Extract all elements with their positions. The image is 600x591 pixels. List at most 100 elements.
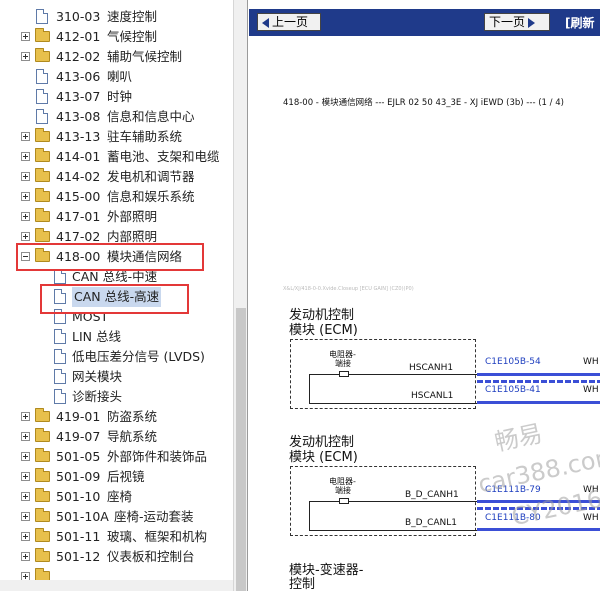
- document-header: 418-00 - 模块通信网络 --- EJLR 02 50 43_3E - X…: [283, 98, 564, 108]
- expand-icon[interactable]: [21, 512, 30, 521]
- document-icon: [36, 9, 48, 24]
- module-2-wire-h: [349, 501, 477, 502]
- tree-item-code: 419-07: [56, 429, 101, 444]
- prev-page-button[interactable]: 上一页: [257, 13, 321, 31]
- scrollbar-thumb[interactable]: [236, 308, 246, 591]
- tree-item[interactable]: 低电压差分信号 (LVDS): [0, 347, 232, 367]
- module-1-color-1: WH: [583, 357, 599, 367]
- tree-item[interactable]: 网关模块: [0, 367, 232, 387]
- tree-item[interactable]: 414-02 发电机和调节器: [0, 167, 232, 187]
- tree-item[interactable]: 413-13 驻车辅助系统: [0, 127, 232, 147]
- tree-item-label: 驻车辅助系统: [107, 129, 183, 144]
- tree-item[interactable]: 501-05 外部饰件和装饰品: [0, 447, 232, 467]
- expand-icon[interactable]: [21, 32, 30, 41]
- folder-icon: [35, 548, 50, 562]
- refresh-link[interactable]: [刷新: [565, 14, 595, 31]
- tree-item[interactable]: 413-08 信息和信息中心: [0, 107, 232, 127]
- module-1-vertical-wire: [309, 374, 310, 403]
- tree-item[interactable]: 415-00 信息和娱乐系统: [0, 187, 232, 207]
- module-1-harness-wire-1: [477, 373, 600, 376]
- module-1-wire-h: [349, 374, 477, 375]
- expand-icon[interactable]: [21, 552, 30, 561]
- expand-icon[interactable]: [21, 472, 30, 481]
- document-icon: [54, 369, 66, 384]
- tree-item[interactable]: 501-10A 座椅-运动套装: [0, 507, 232, 527]
- expand-icon[interactable]: [21, 212, 30, 221]
- document-icon: [54, 389, 66, 404]
- tree-horizontal-scrollbar[interactable]: [0, 580, 233, 591]
- next-page-button[interactable]: 下一页: [484, 13, 550, 31]
- module-1-harness-wire-2: [477, 401, 600, 404]
- tree-item-label: 蓄电池、支架和电缆: [107, 149, 220, 164]
- tree-item-code: 414-01: [56, 149, 101, 164]
- module-3-title-line1: 模块-变速器-: [289, 563, 364, 578]
- module-1-signal-2: HSCANL1: [411, 391, 454, 401]
- tree-item-label: 发电机和调节器: [107, 169, 195, 184]
- tree-item-code: 413-13: [56, 129, 101, 144]
- tree-item-label: 辅助气候控制: [107, 49, 183, 64]
- tree-item[interactable]: 501-10 座椅: [0, 487, 232, 507]
- tree-item-code: 413-08: [56, 109, 101, 124]
- tree-item[interactable]: 501-12 仪表板和控制台: [0, 547, 232, 567]
- tree-item-code: 501-10A: [56, 509, 109, 524]
- tree-item[interactable]: 413-07 时钟: [0, 87, 232, 107]
- folder-icon: [35, 208, 50, 222]
- module-3-title-line2: 控制: [289, 577, 316, 591]
- tree-item-label: LIN 总线: [72, 329, 121, 344]
- expand-icon[interactable]: [21, 232, 30, 241]
- tree-item[interactable]: 419-01 防盗系统: [0, 407, 232, 427]
- expand-icon[interactable]: [21, 532, 30, 541]
- module-1-title-line1: 发动机控制: [289, 308, 355, 323]
- tree-item[interactable]: 419-07 导航系统: [0, 427, 232, 447]
- tree-item[interactable]: 412-01 气候控制: [0, 27, 232, 47]
- expand-icon[interactable]: [21, 52, 30, 61]
- expand-icon[interactable]: [21, 432, 30, 441]
- tree-pane: 310-03 速度控制 412-01 气候控制 412-02 辅助气候控制 413-06 喇叭…: [0, 0, 248, 591]
- module-1-title-line2: 模块 (ECM): [289, 323, 358, 338]
- expand-icon[interactable]: [21, 412, 30, 421]
- tree-item[interactable]: 310-03 速度控制: [0, 7, 232, 27]
- next-page-label: 下一页: [489, 15, 526, 29]
- module-1-harness-twist: [477, 380, 600, 383]
- module-2-title-line2: 模块 (ECM): [289, 450, 358, 465]
- expand-icon[interactable]: [21, 132, 30, 141]
- tree-item[interactable]: 501-11 玻璃、框架和机构: [0, 527, 232, 547]
- module-1-wire-l: [309, 403, 477, 404]
- module-2-resistor: [339, 498, 349, 504]
- tree-item[interactable]: 413-06 喇叭: [0, 67, 232, 87]
- tree-item-label: 座椅-运动套装: [114, 509, 194, 524]
- tree-item-code: 501-11: [56, 529, 101, 544]
- tree-item-label: 时钟: [107, 89, 133, 104]
- folder-icon: [35, 28, 50, 42]
- document-icon: [54, 349, 66, 364]
- tree-item[interactable]: 诊断接头: [0, 387, 232, 407]
- folder-icon: [35, 128, 50, 142]
- expand-icon[interactable]: [21, 452, 30, 461]
- tree-item-label: 后视镜: [107, 469, 145, 484]
- tree-item-code: 501-05: [56, 449, 101, 464]
- document-icon: [54, 329, 66, 344]
- arrow-right-icon: [528, 17, 536, 28]
- prev-page-label: 上一页: [272, 15, 309, 29]
- tree-item-label: 外部饰件和装饰品: [107, 449, 208, 464]
- folder-icon: [35, 148, 50, 162]
- expand-icon[interactable]: [21, 172, 30, 181]
- tree-item[interactable]: 414-01 蓄电池、支架和电缆: [0, 147, 232, 167]
- module-1-wire-left: [309, 374, 339, 375]
- folder-icon: [35, 508, 50, 522]
- tree-item-code: 417-01: [56, 209, 101, 224]
- folder-icon: [35, 428, 50, 442]
- tree-item[interactable]: 412-02 辅助气候控制: [0, 47, 232, 67]
- folder-icon: [35, 228, 50, 242]
- tree-item[interactable]: 501-09 后视镜: [0, 467, 232, 487]
- expand-icon[interactable]: [21, 192, 30, 201]
- expand-icon[interactable]: [21, 492, 30, 501]
- module-2-title-line1: 发动机控制: [289, 435, 355, 450]
- folder-icon: [35, 528, 50, 542]
- tree-item[interactable]: 417-01 外部照明: [0, 207, 232, 227]
- tree-vertical-scrollbar[interactable]: [233, 0, 247, 591]
- expand-icon[interactable]: [21, 152, 30, 161]
- tree-item[interactable]: LIN 总线: [0, 327, 232, 347]
- tree-item-label: 座椅: [107, 489, 133, 504]
- module-1-resistor: [339, 371, 349, 377]
